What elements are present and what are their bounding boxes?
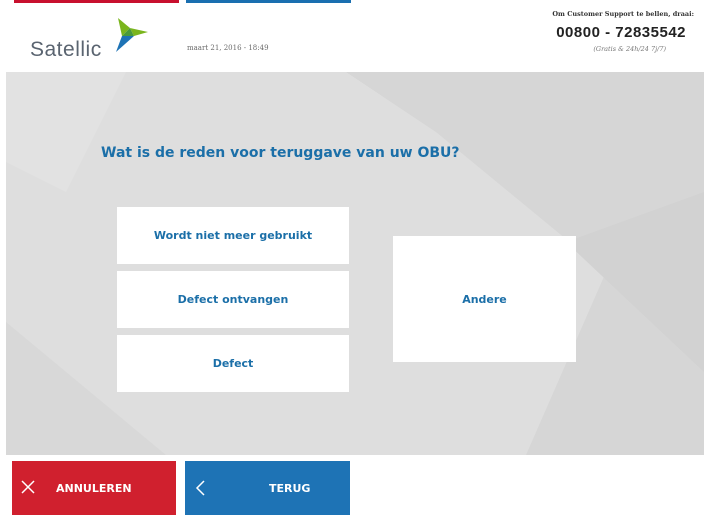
background-decoration bbox=[6, 72, 704, 455]
page-title: Wat is de reden voor teruggave van uw OB… bbox=[101, 145, 460, 161]
satellic-logo-icon bbox=[116, 18, 148, 52]
option-defect-received-button[interactable]: Defect ontvangen bbox=[117, 271, 349, 328]
main-panel: Wat is de reden voor teruggave van uw OB… bbox=[6, 72, 704, 455]
back-button[interactable]: TERUG bbox=[185, 461, 350, 515]
datetime: maart 21, 2016 - 18:49 bbox=[187, 44, 269, 52]
support-label: Om Customer Support te bellen, draai: bbox=[552, 10, 694, 18]
option-other-button[interactable]: Andere bbox=[393, 236, 576, 362]
cancel-label: ANNULEREN bbox=[56, 481, 132, 495]
option-label: Defect ontvangen bbox=[177, 293, 289, 306]
option-label: Defect bbox=[212, 357, 254, 370]
top-strip-red bbox=[14, 0, 179, 3]
support-note: (Gratis & 24h/24 7j/7) bbox=[593, 45, 666, 53]
header: Satellic maart 21, 2016 - 18:49 Om Custo… bbox=[0, 4, 704, 72]
logo-text: Satellic bbox=[30, 38, 102, 61]
option-label: Wordt niet meer gebruikt bbox=[153, 229, 313, 242]
support-phone: 00800 - 72835542 bbox=[556, 24, 686, 41]
support-info: Om Customer Support te bellen, draai: 00… bbox=[494, 10, 694, 53]
option-defect-button[interactable]: Defect bbox=[117, 335, 349, 392]
back-label: TERUG bbox=[269, 481, 311, 495]
option-label: Andere bbox=[462, 292, 507, 306]
cancel-button[interactable]: ANNULEREN bbox=[12, 461, 176, 515]
top-strip-blue bbox=[186, 0, 351, 3]
footer: ANNULEREN TERUG bbox=[0, 455, 704, 515]
option-no-longer-used-button[interactable]: Wordt niet meer gebruikt bbox=[117, 207, 349, 264]
